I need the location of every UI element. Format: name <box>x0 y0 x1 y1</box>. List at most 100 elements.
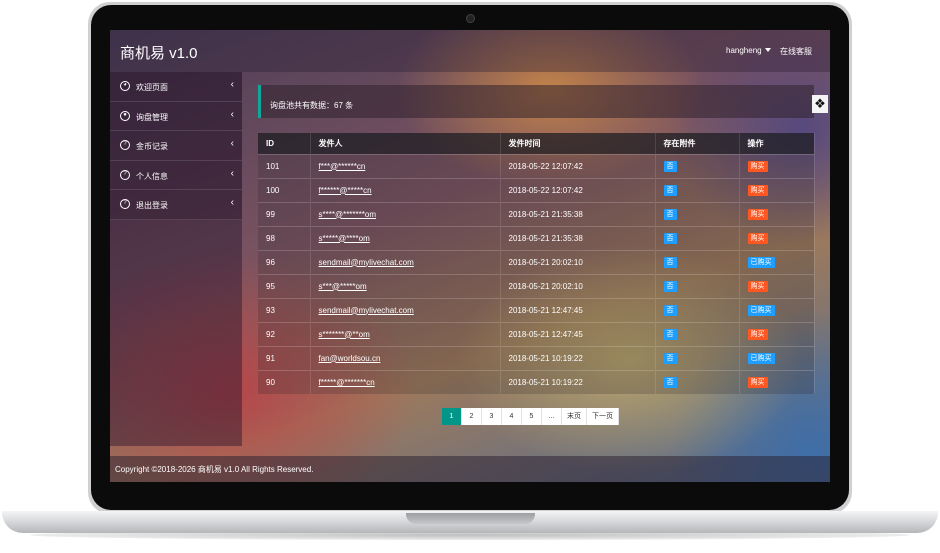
footer: Copyright ©2018-2026 商机易 v1.0 All Rights… <box>110 456 830 482</box>
palette-icon: ◕ <box>120 81 130 91</box>
cell-id: 96 <box>258 249 311 274</box>
action-button[interactable]: 购买 <box>747 232 768 244</box>
column-header-attachment: 存在附件 <box>655 133 740 154</box>
inquiry-table: ID 发件人 发件时间 存在附件 操作 101 f***@******cn 2018… <box>258 133 815 394</box>
table-row: 100 f******@*****cn 2018-05-22 12:07:42 否 购买 <box>258 177 815 202</box>
action-button[interactable]: 购买 <box>747 160 768 172</box>
table-row: 96 sendmail@mylivechat.com 2018-05-21 20:0… <box>258 249 815 274</box>
cell-attachment: 否 <box>655 201 740 226</box>
sender-link[interactable]: sendmail@mylivechat.com <box>319 306 414 315</box>
cell-time: 2018-05-21 21:35:38 <box>500 225 656 250</box>
sender-link[interactable]: s*****@****om <box>319 234 370 243</box>
sender-link[interactable]: f***@******cn <box>319 162 366 171</box>
cell-attachment: 否 <box>655 177 740 202</box>
table-row: 98 s*****@****om 2018-05-21 21:35:38 否 购买 <box>258 225 815 250</box>
cell-time: 2018-05-22 12:07:42 <box>500 177 656 202</box>
page-button-2[interactable]: 2 <box>462 408 482 425</box>
sidebar-item-welcome[interactable]: ◕ 欢迎页面 ‹ <box>110 72 242 102</box>
copyright-text: Copyright ©2018-2026 商机易 v1.0 All Rights… <box>115 465 314 474</box>
sidebar-item-profile[interactable]: ? 个人信息 ‹ <box>110 160 242 190</box>
sidebar-item-logout[interactable]: ? 退出登录 ‹ <box>110 190 242 220</box>
sidebar-item-coins[interactable]: ? 金币记录 ‹ <box>110 131 242 161</box>
cell-sender: s*****@****om <box>310 225 501 250</box>
next-page-button[interactable]: 下一页 <box>587 408 619 425</box>
sidebar-item-inquiries[interactable]: ● 询盘管理 ‹ <box>110 101 242 131</box>
cell-attachment: 否 <box>655 273 740 298</box>
cell-action: 购买 <box>739 153 815 178</box>
action-button[interactable]: 已购买 <box>747 352 775 364</box>
sidebar-item-label: 个人信息 <box>136 171 168 181</box>
cell-attachment: 否 <box>655 225 740 250</box>
cell-sender: fan@worldsou.cn <box>310 345 501 370</box>
user-menu[interactable]: hangheng <box>726 46 771 55</box>
last-page-button[interactable]: 末页 <box>562 408 587 425</box>
action-button[interactable]: 购买 <box>747 376 768 388</box>
column-header-sender: 发件人 <box>310 133 501 154</box>
table-row: 101 f***@******cn 2018-05-22 12:07:42 否 购买 <box>258 153 815 178</box>
cell-id: 98 <box>258 225 311 250</box>
table-row: 93 sendmail@mylivechat.com 2018-05-21 12:4… <box>258 297 815 322</box>
page-button-3[interactable]: 3 <box>482 408 502 425</box>
cell-attachment: 否 <box>655 249 740 274</box>
cell-attachment: 否 <box>655 321 740 346</box>
sender-link[interactable]: s***@*****om <box>319 282 367 291</box>
user-circle-icon: ● <box>120 110 130 121</box>
cell-action: 购买 <box>739 273 815 298</box>
menu-toggle-icon[interactable]: ❖ <box>812 95 828 113</box>
sidebar: ◕ 欢迎页面 ‹ ● 询盘管理 ‹ ? 金币记录 ‹ ? 个人信息 ‹ ? 退出… <box>110 72 242 446</box>
cell-sender: s****@*******om <box>310 201 501 226</box>
sidebar-item-label: 退出登录 <box>136 201 168 210</box>
brand-title: 商机易 v1.0 <box>120 45 198 62</box>
sender-link[interactable]: fan@worldsou.cn <box>319 354 381 363</box>
cell-action: 已购买 <box>739 345 815 370</box>
cell-time: 2018-05-21 12:47:45 <box>500 297 656 322</box>
cell-id: 90 <box>258 369 311 394</box>
sender-link[interactable]: s*******@**om <box>319 330 370 339</box>
cell-id: 99 <box>258 201 311 226</box>
sender-link[interactable]: f******@*****cn <box>319 186 372 195</box>
cell-time: 2018-05-21 21:35:38 <box>500 201 656 226</box>
action-button[interactable]: 已购买 <box>747 304 775 316</box>
attachment-badge: 否 <box>663 376 677 388</box>
cell-id: 91 <box>258 345 311 370</box>
chevron-left-icon: ‹ <box>230 108 234 120</box>
attachment-badge: 否 <box>663 304 677 316</box>
action-button[interactable]: 已购买 <box>747 256 775 268</box>
cell-sender: f******@*****cn <box>310 177 501 202</box>
page-button-5: 5 <box>522 408 542 425</box>
action-button[interactable]: 购买 <box>747 184 768 196</box>
page-ellipsis: ... <box>542 408 562 425</box>
attachment-badge: 否 <box>663 208 677 220</box>
attachment-badge: 否 <box>663 184 677 196</box>
column-header-id: ID <box>258 133 311 154</box>
cell-sender: f*****@*******cn <box>310 369 501 394</box>
cell-id: 100 <box>258 177 311 202</box>
cell-time: 2018-05-22 12:07:42 <box>500 153 656 178</box>
action-button[interactable]: 购买 <box>747 280 768 292</box>
cell-action: 购买 <box>739 177 815 202</box>
column-header-time: 发件时间 <box>500 133 656 154</box>
action-button[interactable]: 购买 <box>747 208 768 220</box>
cell-time: 2018-05-21 20:02:10 <box>500 273 656 298</box>
top-bar: 商机易 v1.0 hangheng 在线客服 <box>110 30 830 72</box>
column-header-action: 操作 <box>739 133 815 154</box>
screen: 商机易 v1.0 hangheng 在线客服 ◕ 欢迎页面 ‹ ● 询盘管理 ‹… <box>110 30 830 482</box>
action-button[interactable]: 购买 <box>747 328 768 340</box>
cell-sender: f***@******cn <box>310 153 501 178</box>
cell-action: 已购买 <box>739 297 815 322</box>
cell-id: 101 <box>258 153 311 178</box>
question-circle-icon: ? <box>120 199 130 209</box>
cell-action: 购买 <box>739 201 815 226</box>
sender-link[interactable]: f*****@*******cn <box>319 378 375 387</box>
cell-sender: s***@*****om <box>310 273 501 298</box>
cell-time: 2018-05-21 20:02:10 <box>500 249 656 274</box>
page-button-4[interactable]: 4 <box>502 408 522 425</box>
sender-link[interactable]: s****@*******om <box>319 210 376 219</box>
sender-link[interactable]: sendmail@mylivechat.com <box>319 258 414 267</box>
chevron-left-icon: ‹ <box>230 138 234 149</box>
cell-sender: s*******@**om <box>310 321 501 346</box>
online-service-link[interactable]: 在线客服 <box>780 46 812 57</box>
cell-action: 购买 <box>739 321 815 346</box>
page-button-1[interactable]: 1 <box>442 408 462 425</box>
caret-down-icon <box>764 48 771 52</box>
